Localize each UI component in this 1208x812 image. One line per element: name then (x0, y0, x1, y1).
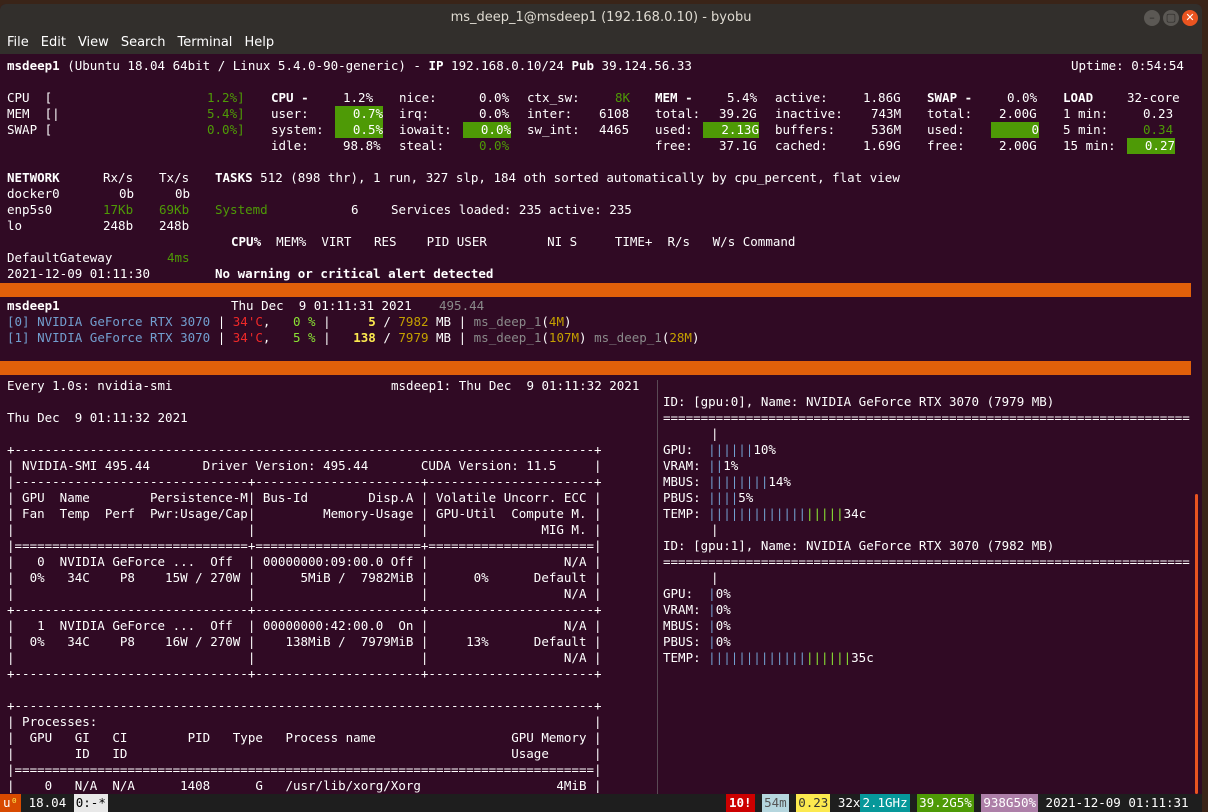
nvidia-smi-line: Thu Dec 9 01:11:32 2021 (7, 410, 188, 425)
menu-help[interactable]: Help (244, 32, 274, 54)
nvtop-meter: MBUS: |0% (663, 618, 731, 633)
nvtop-meter: VRAM: |0% (663, 602, 731, 617)
menu-view[interactable]: View (78, 32, 109, 54)
pane-separator-bar (0, 283, 1191, 297)
nvidia-smi-line: | 0% 34C P8 15W / 270W | 5MiB / 7982MiB … (7, 570, 602, 585)
nvtop-meter: PBUS: ||||5% (663, 490, 754, 505)
nvtop-meter: GPU: ||||||10% (663, 442, 776, 457)
nvidia-smi-line: | ID ID Usage | (7, 746, 602, 761)
menu-search[interactable]: Search (121, 32, 166, 54)
status-updates: 10! (726, 794, 755, 812)
nvidia-smi-line: | 0 N/A N/A 1408 G /usr/lib/xorg/Xorg 4M… (7, 778, 602, 793)
status-datetime: 2021-12-09 01:11:31 (1038, 795, 1189, 810)
close-button[interactable]: ✕ (1182, 10, 1198, 26)
status-release: 18.04 (21, 795, 74, 810)
title-bar[interactable]: ms_deep_1@msdeep1 (192.168.0.10) - byobu… (0, 4, 1202, 32)
nvidia-smi-line: +-------------------------------+-------… (7, 602, 602, 617)
gpustat-gpu0: [0] NVIDIA GeForce RTX 3070 | 34'C, 0 % … (7, 314, 572, 329)
menu-edit[interactable]: Edit (41, 32, 66, 54)
status-disk: 938G50% (981, 794, 1039, 812)
nvidia-smi-line: +---------------------------------------… (7, 698, 602, 713)
glances-header: msdeep1 (Ubuntu 18.04 64bit / Linux 5.4.… (7, 58, 692, 73)
nvidia-smi-line: | GPU GI CI PID Type Process name GPU Me… (7, 730, 602, 745)
nvidia-smi-line: | 0 NVIDIA GeForce ... Off | 00000000:09… (7, 554, 602, 569)
nvidia-smi-line: | 1 NVIDIA GeForce ... Off | 00000000:42… (7, 618, 602, 633)
quicklook-swap-pct: 0.0%] (207, 122, 245, 137)
status-cpu-count: 32x (830, 795, 861, 810)
nvidia-smi-line: +-------------------------------+-------… (7, 666, 602, 681)
menu-terminal[interactable]: Terminal (177, 32, 232, 54)
nvidia-smi-line: | | | MIG M. | (7, 522, 602, 537)
terminal-window: ms_deep_1@msdeep1 (192.168.0.10) - byobu… (0, 4, 1202, 812)
status-load: 0.23 (796, 794, 831, 812)
nvidia-smi-line: | GPU Name Persistence-M| Bus-Id Disp.A … (7, 490, 602, 505)
menu-bar: File Edit View Search Terminal Help (0, 32, 1202, 54)
status-user: u⁰ (0, 794, 22, 812)
uptime: Uptime: 0:54:54 (1071, 58, 1184, 73)
nvtop-meter: TEMP: ||||||||||||||||||34c (663, 506, 867, 521)
quicklook-swap-label: SWAP [ (7, 122, 53, 137)
pane-separator-bar-2 (0, 361, 1191, 375)
nvtop-meter: VRAM: ||1% (663, 458, 739, 473)
status-window[interactable]: 0:-* (73, 794, 108, 812)
quicklook-mem-pct: 5.4%] (207, 106, 245, 121)
nvidia-smi-line: |-------------------------------+-------… (7, 474, 602, 489)
nvidia-smi-line: | Fan Temp Perf Pwr:Usage/Cap| Memory-Us… (7, 506, 602, 521)
menu-file[interactable]: File (7, 32, 29, 54)
nvidia-smi-line: |===============================+=======… (7, 538, 602, 553)
nvtop-meter: GPU: |0% (663, 586, 731, 601)
quicklook-mem-label: MEM [| (7, 106, 60, 121)
nvidia-smi-line: |=======================================… (7, 762, 602, 777)
nvtop-meter: PBUS: |0% (663, 634, 731, 649)
quicklook-cpu-pct: 1.2%] (207, 90, 245, 105)
quicklook-cpu-label: CPU [ (7, 90, 53, 105)
window-title: ms_deep_1@msdeep1 (192.168.0.10) - byobu (450, 10, 752, 25)
status-uptime: 54m (762, 794, 789, 812)
nvidia-smi-line: | Processes: | (7, 714, 602, 729)
pane-divider[interactable] (657, 380, 658, 794)
minimize-button[interactable]: – (1144, 10, 1160, 26)
byobu-status-bar: u⁰ 18.04 0:-* 10! 54m 0.23 32x 2.1GHz 39.2… (0, 794, 1202, 812)
nvidia-smi-line: | 0% 34C P8 16W / 270W | 138MiB / 7979Mi… (7, 634, 602, 649)
glances-time: 2021-12-09 01:11:30 (7, 266, 150, 281)
gpustat-gpu1: [1] NVIDIA GeForce RTX 3070 | 34'C, 5 % … (7, 330, 700, 345)
alert-message: No warning or critical alert detected (215, 266, 494, 281)
status-cpu-freq: 2.1GHz (860, 794, 910, 812)
scrollbar[interactable] (1195, 494, 1198, 794)
nvidia-smi-line: | | | N/A | (7, 650, 602, 665)
maximize-button[interactable]: ▢ (1163, 10, 1179, 26)
nvtop-meter: MBUS: ||||||||14% (663, 474, 791, 489)
nvidia-smi-line: | NVIDIA-SMI 495.44 Driver Version: 495.… (7, 458, 602, 473)
nvtop-meter: TEMP: |||||||||||||||||||35c (663, 650, 874, 665)
status-mem: 39.2G5% (917, 794, 974, 812)
terminal-content[interactable]: msdeep1 (Ubuntu 18.04 64bit / Linux 5.4.… (0, 54, 1191, 809)
nvidia-smi-line: | | | N/A | (7, 586, 602, 601)
nvidia-smi-line: +---------------------------------------… (7, 442, 602, 457)
